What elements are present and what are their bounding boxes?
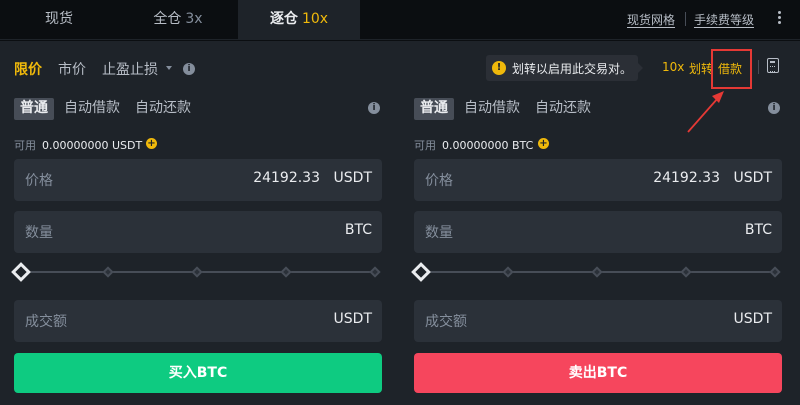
buy-amount-field[interactable]: 数量 BTC [14,211,382,253]
field-label: 价格 [25,173,53,189]
top-tab-bar: 现货 全仓 3x 逐仓 10x 现货网格 手续费等级 [0,0,800,40]
sell-total-field[interactable]: 成交额 USDT [414,300,782,342]
sell-amount-field[interactable]: 数量 BTC [414,211,782,253]
buy-mode-auto-repay[interactable]: 自动还款 [129,98,197,120]
sell-mode-auto-borrow[interactable]: 自动借款 [458,98,526,120]
field-unit: USDT [733,170,772,186]
price-input[interactable]: 24192.33 [653,170,720,186]
info-icon[interactable]: i [183,63,195,75]
slider-node[interactable] [102,266,114,278]
order-type-stop[interactable]: 止盈止损 [102,59,158,79]
tab-leverage: 10x [301,11,329,27]
field-label: 价格 [425,173,453,189]
available-label: 可用 [14,139,36,152]
sell-mode-auto-repay[interactable]: 自动还款 [529,98,597,120]
tab-leverage: 3x [185,11,203,27]
sell-price-field[interactable]: 价格 24192.33 USDT [414,159,782,201]
divider [758,60,759,74]
field-unit: BTC [744,222,772,238]
plus-icon[interactable]: + [538,138,549,149]
field-unit: USDT [333,170,372,186]
field-unit: BTC [344,222,372,238]
slider-thumb[interactable] [11,262,31,282]
warning-icon: ! [492,61,506,75]
slider-node[interactable] [369,266,381,278]
slider-node[interactable] [280,266,292,278]
spot-grid-link[interactable]: 现货网格 [627,11,675,28]
slider-node[interactable] [502,266,514,278]
sell-available: 可用 0.00000000 BTC [414,137,533,153]
buy-available: 可用 0.00000000 USDT [14,137,142,153]
info-icon[interactable]: i [768,102,780,114]
tooltip-text: 划转以启用此交易对。 [512,62,633,76]
divider [685,12,686,26]
calculator-icon[interactable] [767,58,779,73]
field-unit: USDT [733,311,772,327]
slider-thumb[interactable] [411,262,431,282]
plus-icon[interactable]: + [146,138,157,149]
tooltip-arrow [638,63,643,73]
transfer-link[interactable]: 划转 [689,60,713,77]
buy-total-field[interactable]: 成交额 USDT [14,300,382,342]
buy-mode-auto-borrow[interactable]: 自动借款 [58,98,126,120]
tab-label: 逐仓 [269,11,298,27]
available-value: 0.00000000 USDT [42,139,143,152]
field-label: 数量 [25,225,53,241]
slider-node[interactable] [680,266,692,278]
field-label: 成交额 [25,314,67,330]
buy-button[interactable]: 买入BTC [14,353,382,393]
fee-level-link[interactable]: 手续费等级 [694,11,754,28]
tab-spot[interactable]: 现货 [0,0,118,40]
buy-price-field[interactable]: 价格 24192.33 USDT [14,159,382,201]
chevron-down-icon[interactable] [166,66,172,70]
buy-percent-slider[interactable] [11,262,382,282]
field-label: 数量 [425,225,453,241]
buy-mode-normal[interactable]: 普通 [14,98,54,120]
more-icon[interactable] [776,9,782,29]
field-label: 成交额 [425,314,467,330]
transfer-tooltip: ! 划转以启用此交易对。 [486,55,643,81]
slider-node[interactable] [591,266,603,278]
highlight-box [711,49,752,89]
available-value: 0.00000000 BTC [442,139,534,152]
order-type-limit[interactable]: 限价 [14,59,42,79]
leverage-badge: 10x [662,60,685,74]
tab-isolated-margin[interactable]: 逐仓 10x [238,0,360,40]
tab-label: 全仓 [153,11,182,27]
tab-label: 现货 [45,11,73,27]
sell-mode-normal[interactable]: 普通 [414,98,454,120]
available-label: 可用 [414,139,436,152]
tab-cross-margin[interactable]: 全仓 3x [118,0,238,40]
order-type-market[interactable]: 市价 [58,59,86,79]
sell-percent-slider[interactable] [411,262,782,282]
price-input[interactable]: 24192.33 [253,170,320,186]
sell-button[interactable]: 卖出BTC [414,353,782,393]
slider-node[interactable] [769,266,781,278]
field-unit: USDT [333,311,372,327]
slider-node[interactable] [191,266,203,278]
info-icon[interactable]: i [368,102,380,114]
